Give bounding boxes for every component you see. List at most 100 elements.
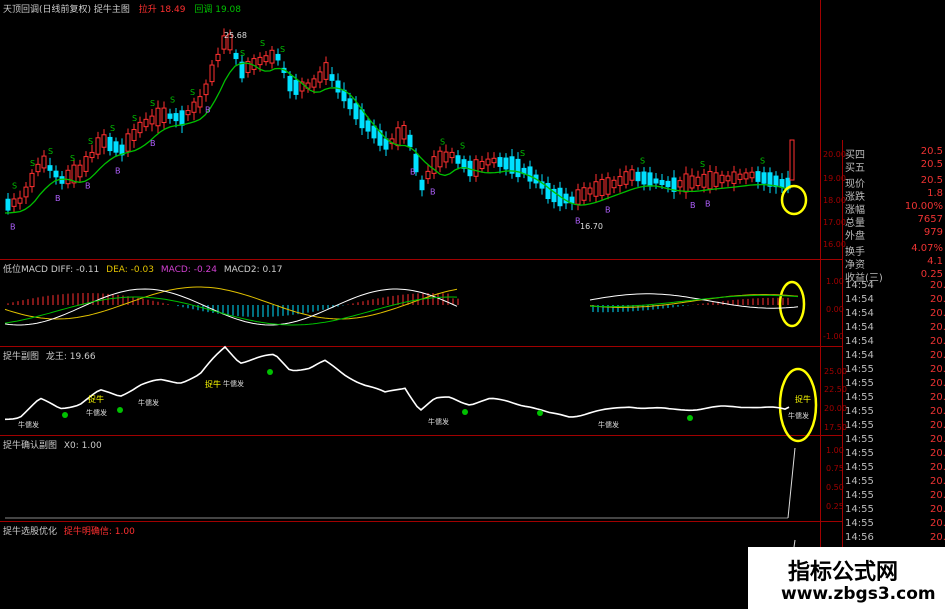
candle-body xyxy=(173,113,179,122)
tick-price: 20.5 xyxy=(930,322,945,333)
kline-chart-canvas[interactable]: SSSSSSSS SSSSSS SSS S SBBBBBBBBBB B B牛儒发牛儒发牛儒发… xyxy=(0,0,945,609)
quote-row: 涨跌 1.8 xyxy=(842,188,945,203)
candle-body xyxy=(383,138,389,150)
candle-body xyxy=(155,107,161,127)
macd-dea: DEA: -0.03 xyxy=(106,265,154,275)
candle-body xyxy=(725,175,731,182)
candle-body xyxy=(41,155,47,169)
candle-body xyxy=(677,180,683,188)
candle-body xyxy=(479,160,485,170)
tick-price: 20.5 xyxy=(930,490,945,501)
tick-price: 20.5 xyxy=(930,462,945,473)
candle-body xyxy=(35,163,41,173)
main-panel-title: 天顶回调(日线前复权) 捉牛主图 拉升 18.49 回调 19.08 xyxy=(3,2,241,15)
sell-marker: S xyxy=(150,99,155,108)
sell-marker: S xyxy=(12,182,17,191)
tick-price: 20.5 xyxy=(930,294,945,305)
macd2-value: MACD2: 0.17 xyxy=(223,265,283,275)
tick-time: 14:54 xyxy=(845,294,874,305)
candle-body xyxy=(611,179,617,189)
sub1-panel-title: 捉牛副图 龙王: 19.66 xyxy=(3,349,96,362)
tick-price: 20.5 xyxy=(930,350,945,361)
tick-time: 14:55 xyxy=(845,392,874,403)
candle-body xyxy=(137,121,143,134)
candle-body xyxy=(77,164,83,178)
sub1-title-text: 捉牛副图 xyxy=(3,352,40,362)
candle-body xyxy=(635,171,641,182)
sell-marker: S xyxy=(190,88,195,97)
highlight-circle xyxy=(778,280,806,328)
candle-body xyxy=(83,156,89,172)
quote-row: 现价 20.5 xyxy=(842,175,945,190)
buy-marker: B xyxy=(85,182,91,191)
cow-signal-label: 牛儒发 xyxy=(223,379,244,388)
buy-marker: B xyxy=(605,205,611,214)
buy-marker: B xyxy=(410,167,416,176)
candle-body xyxy=(215,53,221,62)
candle-body xyxy=(179,110,185,126)
signal-dot xyxy=(62,412,68,418)
candle-body xyxy=(101,134,107,148)
quote-row: 买五 20.5 xyxy=(842,159,945,174)
candle-body xyxy=(293,79,299,95)
cow-signal-label: 牛儒发 xyxy=(18,420,39,429)
candle-body xyxy=(65,169,71,185)
main-item2-value: 19.08 xyxy=(215,5,241,15)
sell-marker: S xyxy=(760,157,765,166)
quote-row: 总量 7657 xyxy=(842,214,945,229)
sub2-panel-title: 捉牛确认副图 X0: 1.00 xyxy=(3,438,102,451)
candle-body xyxy=(629,169,635,181)
candle-body xyxy=(287,75,293,92)
sub3-value: 捉牛明确信: 1.00 xyxy=(63,527,135,537)
dea-line xyxy=(589,294,799,308)
cow-signal-label: 牛儒发 xyxy=(86,408,107,417)
candle-body xyxy=(755,171,761,182)
candle-body xyxy=(455,155,461,164)
signal-dot xyxy=(537,410,543,416)
quote-value: 979 xyxy=(923,227,943,238)
candle-body xyxy=(23,186,29,198)
candle-body xyxy=(353,103,359,120)
quote-value: 20.5 xyxy=(920,159,943,170)
candle-body xyxy=(233,52,239,60)
candle-body xyxy=(95,137,101,155)
candle-body xyxy=(239,61,245,79)
candle-body xyxy=(731,171,737,184)
candle-body xyxy=(107,136,113,152)
tick-price: 20.5 xyxy=(930,504,945,515)
candle-body xyxy=(581,187,587,201)
candle-body xyxy=(575,189,581,205)
candle-body xyxy=(143,118,149,128)
quote-row: 外盘 979 xyxy=(842,227,945,242)
highlight-circle xyxy=(780,184,808,216)
buy-marker: B xyxy=(430,187,436,196)
cow-signal-label: 牛儒发 xyxy=(428,417,449,426)
candle-body xyxy=(125,133,131,152)
candle-body xyxy=(329,74,335,81)
candle-body xyxy=(617,176,623,186)
main-indicator-name: 捉牛主图 xyxy=(93,5,130,15)
main-item1-value: 18.49 xyxy=(159,5,186,15)
macd-panel-title: 低位MACD DIFF: -0.11 DEA: -0.03 MACD: -0.2… xyxy=(3,262,283,275)
candle-body xyxy=(5,198,11,211)
catch-signal-label: 捉牛 xyxy=(205,379,221,389)
macd-diff: DIFF: -0.11 xyxy=(50,265,100,275)
watermark-title: 指标公式网 xyxy=(788,560,899,585)
candle-body xyxy=(311,78,317,88)
sell-marker: S xyxy=(110,124,115,133)
candle-body xyxy=(701,173,707,188)
quote-value: 20.5 xyxy=(920,146,943,157)
tick-time: 14:54 xyxy=(845,280,874,291)
sub2-value: X0: 1.00 xyxy=(63,441,102,451)
low-price-label: 16.70 xyxy=(580,222,603,231)
candle-body xyxy=(737,173,743,180)
quote-value: 4.07% xyxy=(911,243,943,254)
quote-value: 4.1 xyxy=(927,256,943,267)
candle-body xyxy=(167,113,173,119)
buy-marker: B xyxy=(55,194,61,203)
candle-body xyxy=(185,110,191,116)
macd-value: MACD: -0.24 xyxy=(160,265,217,275)
tick-price: 20.5 xyxy=(930,392,945,403)
candle-body xyxy=(743,172,749,180)
tick-price: 20.5 xyxy=(930,378,945,389)
